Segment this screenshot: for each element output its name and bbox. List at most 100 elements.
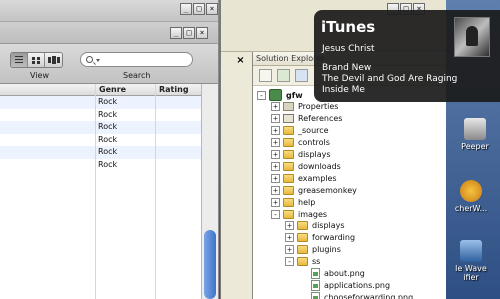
peeper-icon xyxy=(464,118,486,140)
inner-minimize-button[interactable]: _ xyxy=(170,27,182,39)
desktop-icon-wave[interactable]: le Wave ifier xyxy=(448,240,494,282)
expand-icon[interactable]: + xyxy=(285,245,294,255)
itunes-notification[interactable]: iTunes Jesus Christ Brand New The Devil … xyxy=(314,10,500,102)
close-button[interactable]: × xyxy=(206,3,218,15)
table-row[interactable]: Rock xyxy=(0,134,201,147)
coverflow-view-button[interactable] xyxy=(45,53,62,67)
folder-icon xyxy=(283,138,294,148)
tree-item[interactable]: + greasemonkey xyxy=(271,184,357,196)
table-row[interactable]: Rock xyxy=(0,121,201,134)
minimize-button[interactable]: _ xyxy=(180,3,192,15)
track-list-scrollbar[interactable] xyxy=(201,84,218,299)
tree-item[interactable]: about.png xyxy=(299,268,365,280)
expand-icon[interactable]: + xyxy=(271,126,280,136)
app-icon xyxy=(460,180,482,202)
table-row[interactable]: Rock xyxy=(0,159,201,172)
genre-cell: Rock xyxy=(98,159,118,169)
desktop-icon-peeper[interactable]: Peeper xyxy=(452,118,498,151)
itunes-toolbar: View Search xyxy=(0,44,218,84)
itunes-menubar: _ □ × xyxy=(0,22,218,44)
view-mode-segmented xyxy=(10,52,63,68)
scrollbar-thumb[interactable] xyxy=(204,230,216,299)
desktop-icon-app[interactable]: cherW... xyxy=(448,180,494,213)
expand-icon[interactable]: + xyxy=(271,138,280,148)
collapse-icon[interactable]: - xyxy=(257,90,266,100)
tree-item[interactable]: chooseforwarding.png xyxy=(299,291,413,299)
notification-album: The Devil and God Are Raging xyxy=(322,74,458,84)
search-label: Search xyxy=(123,71,151,80)
collapse-icon[interactable]: - xyxy=(271,209,280,219)
tree-item[interactable]: + References xyxy=(271,113,342,125)
tree-item[interactable]: - ss xyxy=(285,256,320,268)
tree-item-label: images xyxy=(298,209,328,219)
genre-cell: Rock xyxy=(98,109,118,119)
tree-item[interactable]: + downloads xyxy=(271,160,341,172)
desktop-icon-label: ifier xyxy=(463,273,479,282)
tree-item-label: downloads xyxy=(298,161,341,171)
folder-icon xyxy=(283,209,294,219)
tree-item-label: greasemonkey xyxy=(298,185,357,195)
folder-icon xyxy=(297,257,308,267)
show-all-files-icon[interactable] xyxy=(277,69,290,82)
tree-item[interactable]: + controls xyxy=(271,137,330,149)
folder-icon xyxy=(283,150,294,159)
image-file-icon xyxy=(311,279,320,291)
solution-tree: - gfw + Properties + References + _source + con… xyxy=(253,86,446,299)
view-label: View xyxy=(30,71,49,80)
table-row[interactable]: Rock xyxy=(0,146,201,159)
folder-icon xyxy=(283,173,294,183)
tree-item-label: forwarding xyxy=(312,233,356,243)
expand-icon[interactable]: + xyxy=(271,173,280,183)
notification-track: Jesus Christ xyxy=(322,44,375,54)
tree-item-label: displays xyxy=(298,150,331,159)
table-row[interactable]: Rock xyxy=(0,96,201,109)
properties-icon[interactable] xyxy=(259,69,272,82)
expand-icon[interactable]: + xyxy=(285,221,294,231)
table-row[interactable]: Rock xyxy=(0,109,201,122)
expand-icon[interactable]: + xyxy=(271,185,280,195)
search-icon xyxy=(86,56,93,63)
grid-view-button[interactable] xyxy=(28,53,45,67)
rating-column-header[interactable]: Rating xyxy=(155,84,201,96)
genre-cell: Rock xyxy=(98,147,118,156)
tree-item[interactable]: applications.png xyxy=(299,279,390,291)
close-document-icon[interactable]: × xyxy=(234,55,247,68)
expand-icon[interactable]: + xyxy=(271,161,280,171)
tree-item[interactable]: + forwarding xyxy=(285,232,355,244)
itunes-window-controls: _ □ × xyxy=(180,3,218,15)
folder-icon xyxy=(297,221,308,231)
expand-icon[interactable]: + xyxy=(271,114,280,124)
search-input[interactable] xyxy=(80,52,193,67)
tree-item[interactable]: - images xyxy=(271,208,327,220)
tree-item[interactable]: + displays xyxy=(285,220,345,232)
collapse-icon[interactable]: - xyxy=(285,257,294,267)
tree-item[interactable]: + plugins xyxy=(285,244,341,256)
project-icon xyxy=(269,89,282,101)
tree-item-label: controls xyxy=(298,138,330,148)
project-label: gfw xyxy=(286,90,303,100)
chevron-down-icon xyxy=(96,59,100,62)
tree-root-project[interactable]: - gfw xyxy=(257,89,303,101)
list-view-button[interactable] xyxy=(11,53,28,67)
tree-item[interactable]: + displays xyxy=(271,149,331,161)
tree-item-label: about.png xyxy=(324,269,365,278)
inner-close-button[interactable]: × xyxy=(196,27,208,39)
tree-item[interactable]: + help xyxy=(271,196,315,208)
expand-icon[interactable]: + xyxy=(271,150,280,159)
expand-icon[interactable]: + xyxy=(285,233,294,243)
references-icon xyxy=(283,114,294,124)
expand-icon[interactable]: + xyxy=(271,197,280,207)
genre-cell: Rock xyxy=(98,122,118,131)
genre-cell: Rock xyxy=(98,134,118,144)
tree-item[interactable]: + _source xyxy=(271,125,329,137)
tree-item-label: Properties xyxy=(298,102,339,112)
refresh-icon[interactable] xyxy=(295,69,308,82)
inner-maximize-button[interactable]: □ xyxy=(183,27,195,39)
expand-icon[interactable]: + xyxy=(271,102,280,112)
desktop-icon-label: le Wave xyxy=(455,264,487,273)
genre-column-header[interactable]: Genre xyxy=(95,84,155,96)
maximize-button[interactable]: □ xyxy=(193,3,205,15)
tree-item-label: help xyxy=(298,197,316,207)
tree-item[interactable]: + Properties xyxy=(271,101,338,113)
tree-item[interactable]: + examples xyxy=(271,172,337,184)
